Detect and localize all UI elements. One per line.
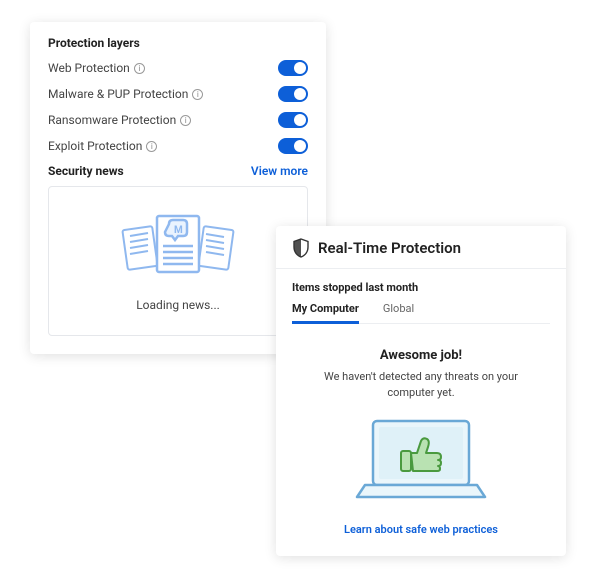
info-icon[interactable]: i xyxy=(180,115,191,126)
layer-row-exploit: Exploit Protection i xyxy=(48,138,308,154)
security-news-title: Security news xyxy=(48,164,124,178)
tab-global[interactable]: Global xyxy=(383,302,414,323)
documents-illustration-icon: M xyxy=(113,210,243,280)
layer-label: Exploit Protection i xyxy=(48,139,157,153)
info-icon[interactable]: i xyxy=(192,89,203,100)
items-stopped-label: Items stopped last month xyxy=(292,281,550,294)
layer-label: Malware & PUP Protection i xyxy=(48,87,203,101)
shield-icon xyxy=(292,238,310,258)
info-icon[interactable]: i xyxy=(134,63,145,74)
layer-row-malware: Malware & PUP Protection i xyxy=(48,86,308,102)
toggle-malware-protection[interactable] xyxy=(278,86,308,102)
layer-text: Malware & PUP Protection xyxy=(48,87,188,101)
view-more-link[interactable]: View more xyxy=(251,164,308,178)
layer-row-ransomware: Ransomware Protection i xyxy=(48,112,308,128)
learn-safe-web-link[interactable]: Learn about safe web practices xyxy=(292,523,550,540)
layer-text: Web Protection xyxy=(48,61,130,75)
layer-text: Exploit Protection xyxy=(48,139,142,153)
news-box: M Loading news... xyxy=(48,186,308,336)
svg-text:M: M xyxy=(174,225,183,236)
no-threats-message: We haven't detected any threats on your … xyxy=(292,369,550,401)
toggle-ransomware-protection[interactable] xyxy=(278,112,308,128)
laptop-thumbs-up-icon xyxy=(351,415,491,505)
info-icon[interactable]: i xyxy=(146,141,157,152)
loading-news-text: Loading news... xyxy=(136,298,220,312)
realtime-card: Real-Time Protection Items stopped last … xyxy=(276,226,566,556)
laptop-illustration xyxy=(292,415,550,505)
awesome-headline: Awesome job! xyxy=(292,348,550,363)
toggle-exploit-protection[interactable] xyxy=(278,138,308,154)
layer-row-web: Web Protection i xyxy=(48,60,308,76)
layer-text: Ransomware Protection xyxy=(48,113,176,127)
tab-my-computer[interactable]: My Computer xyxy=(292,302,359,324)
toggle-web-protection[interactable] xyxy=(278,60,308,76)
protection-layers-title: Protection layers xyxy=(48,36,308,50)
layer-label: Ransomware Protection i xyxy=(48,113,191,127)
realtime-header: Real-Time Protection xyxy=(276,226,566,269)
layer-label: Web Protection i xyxy=(48,61,145,75)
realtime-title: Real-Time Protection xyxy=(318,239,461,257)
tabs: My Computer Global xyxy=(292,302,550,324)
security-news-header: Security news View more xyxy=(48,164,308,178)
realtime-body: Items stopped last month My Computer Glo… xyxy=(276,269,566,556)
